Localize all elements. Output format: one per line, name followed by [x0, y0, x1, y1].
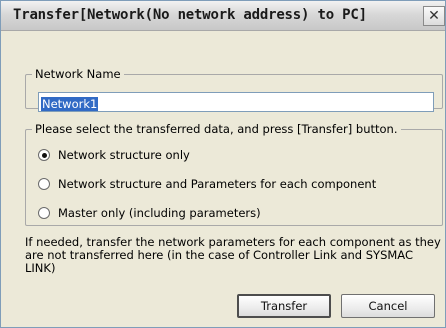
radio-option-network-structure-only[interactable]: Network structure only: [38, 148, 190, 162]
close-button[interactable]: ✕: [423, 6, 445, 26]
transfer-note: If needed, transfer the network paramete…: [25, 235, 441, 275]
transfer-dialog: Transfer[Network(No network address) to …: [0, 0, 446, 328]
network-name-input[interactable]: Network1: [38, 92, 434, 112]
transfer-button[interactable]: Transfer: [237, 294, 331, 318]
cancel-button[interactable]: Cancel: [341, 294, 435, 318]
radio-button-checked[interactable]: [38, 149, 50, 161]
radio-option-network-structure-and-parameters[interactable]: Network structure and Parameters for eac…: [38, 177, 376, 191]
close-icon: ✕: [428, 8, 440, 24]
radio-option-label: Network structure only: [58, 148, 190, 162]
network-name-value: Network1: [41, 97, 99, 111]
radio-button[interactable]: [38, 178, 50, 190]
network-name-group: Network Name Network1: [25, 67, 443, 112]
network-name-label: Network Name: [35, 67, 121, 81]
window-title: Transfer[Network(No network address) to …: [13, 7, 367, 23]
radio-option-master-only[interactable]: Master only (including parameters): [38, 206, 261, 220]
transfer-data-label: Please select the transferred data, and …: [35, 122, 398, 136]
radio-button[interactable]: [38, 207, 50, 219]
transfer-data-group: Please select the transferred data, and …: [25, 122, 443, 226]
title-bar[interactable]: Transfer[Network(No network address) to …: [1, 1, 445, 31]
radio-option-label: Master only (including parameters): [58, 206, 261, 220]
radio-option-label: Network structure and Parameters for eac…: [58, 177, 377, 191]
